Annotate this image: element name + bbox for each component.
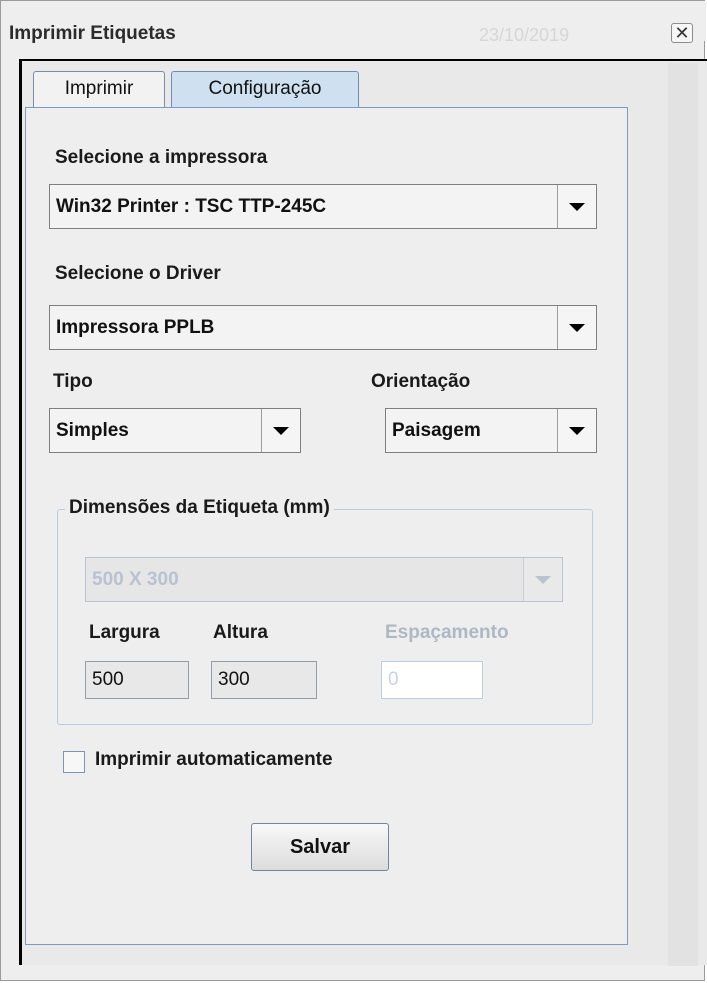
dimensions-dropdown-button[interactable]	[523, 558, 562, 601]
altura-field[interactable]: 300	[211, 661, 317, 699]
chevron-down-icon	[273, 427, 289, 435]
chevron-down-icon	[569, 427, 585, 435]
chevron-down-icon	[535, 576, 551, 584]
title-bar[interactable]: Imprimir Etiquetas 23/10/2019 ✕	[1, 1, 706, 45]
tipo-label: Tipo	[53, 371, 93, 392]
driver-select[interactable]: Impressora PPLB	[49, 305, 597, 350]
tipo-select[interactable]: Simples	[49, 408, 301, 453]
printer-select-value: Win32 Printer : TSC TTP-245C	[56, 196, 327, 217]
close-button[interactable]: ✕	[671, 23, 693, 43]
altura-label: Altura	[213, 622, 268, 643]
close-icon: ✕	[674, 23, 690, 43]
tab-imprimir-label: Imprimir	[64, 78, 134, 99]
chevron-down-icon	[569, 324, 585, 332]
printer-select[interactable]: Win32 Printer : TSC TTP-245C	[49, 184, 597, 229]
dimensions-select-value: 500 X 300	[92, 569, 179, 590]
chevron-down-icon	[569, 203, 585, 211]
orientacao-select[interactable]: Paisagem	[385, 408, 597, 453]
driver-select-value: Impressora PPLB	[56, 317, 215, 338]
auto-print-label[interactable]: Imprimir automaticamente	[95, 749, 333, 771]
save-button-label: Salvar	[289, 836, 351, 858]
orientacao-dropdown-button[interactable]	[557, 409, 596, 452]
tab-imprimir[interactable]: Imprimir	[33, 71, 165, 109]
espacamento-label: Espaçamento	[385, 622, 509, 643]
orientacao-label: Orientação	[371, 371, 471, 392]
driver-label: Selecione o Driver	[55, 263, 221, 284]
printer-label: Selecione a impressora	[55, 147, 268, 168]
dialog-window: Imprimir Etiquetas 23/10/2019 ✕ Imprimir…	[0, 0, 707, 981]
largura-field[interactable]: 500	[85, 661, 189, 699]
dimensions-title: Dimensões da Etiqueta (mm)	[65, 497, 334, 519]
tab-configuracao[interactable]: Configuração	[171, 71, 359, 109]
tipo-dropdown-button[interactable]	[261, 409, 300, 452]
driver-dropdown-button[interactable]	[557, 306, 596, 349]
tipo-select-value: Simples	[56, 420, 129, 441]
right-panel	[668, 63, 698, 966]
auto-print-checkbox[interactable]	[63, 751, 85, 773]
date-label: 23/10/2019	[479, 25, 570, 45]
tab-configuracao-label: Configuração	[208, 78, 322, 99]
largura-label: Largura	[89, 622, 160, 643]
espacamento-field[interactable]: 0	[381, 661, 483, 699]
dimensions-select[interactable]: 500 X 300	[85, 557, 563, 602]
orientacao-select-value: Paisagem	[392, 420, 481, 441]
save-button[interactable]: Salvar	[251, 823, 389, 871]
window-title: Imprimir Etiquetas	[9, 23, 176, 44]
printer-dropdown-button[interactable]	[557, 185, 596, 228]
